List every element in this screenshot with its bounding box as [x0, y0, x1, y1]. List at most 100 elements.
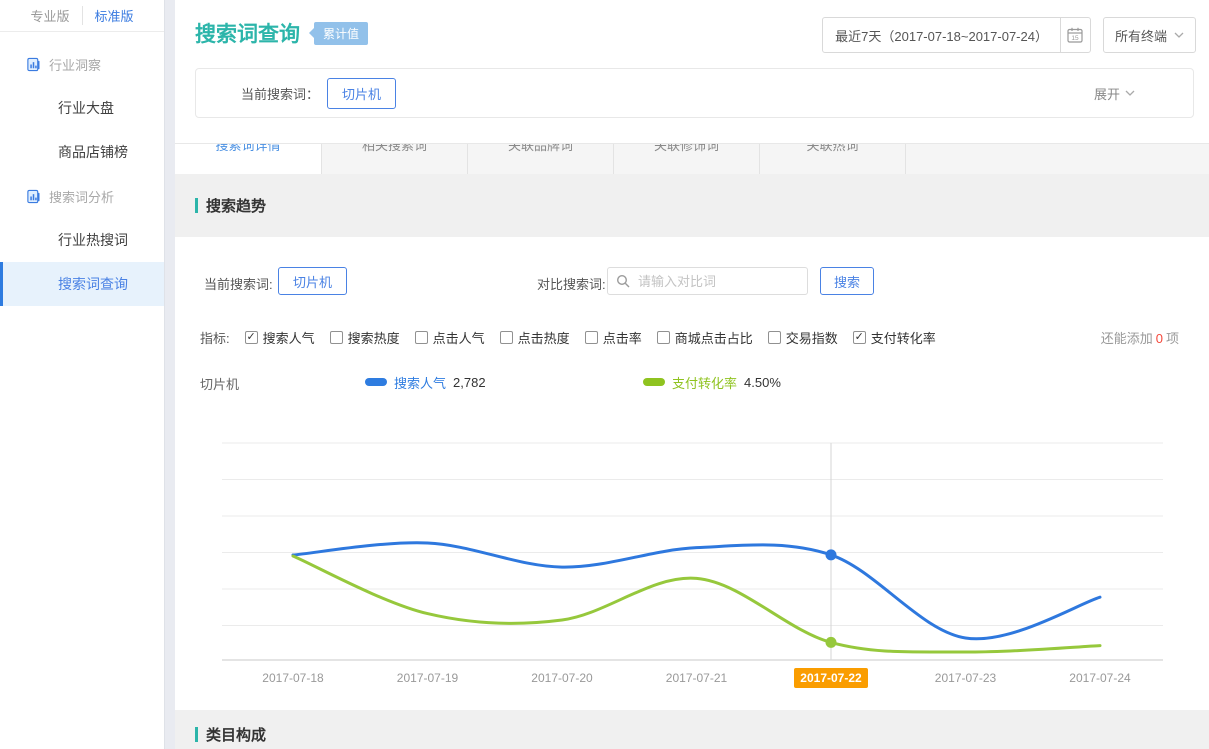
terminal-select-value: 所有终端 — [1115, 26, 1167, 45]
sidebar-item-5[interactable]: 搜索词查询 — [0, 262, 164, 306]
chevron-down-icon — [1174, 32, 1184, 38]
metric-checkbox-0[interactable]: ✓ — [245, 331, 258, 344]
calendar-icon: 15 — [1065, 25, 1085, 45]
metric-label: 点击率 — [603, 328, 642, 347]
x-axis-label-text: 2017-07-24 — [1063, 668, 1136, 688]
metric-checkbox-5[interactable] — [657, 331, 670, 344]
metric-item-6[interactable]: 交易指数 — [768, 328, 838, 347]
sidebar-item-2[interactable]: 商品店铺榜 — [0, 130, 164, 174]
x-axis-label-1: 2017-07-19 — [361, 668, 495, 688]
x-axis-label-text: 2017-07-18 — [256, 668, 329, 688]
metric-item-5[interactable]: 商城点击占比 — [657, 328, 753, 347]
tab-0[interactable]: 搜索词详情 — [175, 144, 321, 174]
metric-checkbox-3[interactable] — [500, 331, 513, 344]
trend-chart-svg — [175, 435, 1209, 685]
section-tick-icon — [195, 727, 198, 742]
metric-checkbox-4[interactable] — [585, 331, 598, 344]
sidebar-label: 搜索词查询 — [58, 274, 128, 294]
current-term-label: 当前搜索词： — [241, 84, 319, 103]
svg-text:15: 15 — [1072, 35, 1080, 42]
legend-value: 2,782 — [453, 375, 486, 390]
metric-label: 搜索人气 — [263, 328, 315, 347]
sidebar-label: 行业大盘 — [58, 98, 114, 118]
content-gutter — [165, 0, 175, 749]
tab-standard-version[interactable]: 标准版 — [82, 6, 146, 25]
chevron-down-icon — [1125, 90, 1135, 96]
compare-term-label: 对比搜索词: — [537, 274, 606, 293]
remain-count: 0 — [1156, 331, 1163, 346]
series-line-0 — [293, 543, 1100, 639]
x-axis-label-6: 2017-07-24 — [1033, 668, 1167, 688]
series-dot-1 — [826, 637, 837, 648]
x-axis-label-text: 2017-07-20 — [525, 668, 598, 688]
metric-item-0[interactable]: ✓ 搜索人气 — [245, 328, 315, 347]
metrics-row: 指标: ✓ 搜索人气 搜索热度 点击人气点击热度 点击率商城点击占比 交易指数 ✓ 支付转化率… — [175, 327, 1209, 347]
current-term-chip[interactable]: 切片机 — [327, 78, 396, 109]
metric-label: 交易指数 — [786, 328, 838, 347]
metric-checkbox-2[interactable] — [415, 331, 428, 344]
tab-3[interactable]: 关联修饰词 — [613, 144, 759, 174]
sidebar-item-1[interactable]: 行业大盘 — [0, 86, 164, 130]
trend-chart: 2017-07-18 2017-07-19 2017-07-20 2017-07-21… — [175, 435, 1209, 700]
date-range-picker[interactable]: 最近7天（2017-07-18~2017-07-24） 15 — [822, 17, 1091, 53]
tab-label: 相关搜索词 — [362, 144, 427, 153]
current-term-form-label: 当前搜索词: — [204, 274, 273, 293]
legend-swatch-blue — [365, 378, 387, 386]
metrics-remaining: 还能添加0项 — [1101, 328, 1179, 347]
metric-label: 支付转化率 — [871, 328, 936, 347]
calendar-button[interactable]: 15 — [1060, 18, 1090, 52]
sidebar-label: 商品店铺榜 — [58, 142, 128, 162]
sidebar: 专业版 标准版 行业洞察行业大盘商品店铺榜搜索词分析行业热搜词搜索词查询 — [0, 0, 165, 749]
sidebar-version-tabs: 专业版 标准版 — [0, 0, 164, 32]
metric-item-4[interactable]: 点击率 — [585, 328, 642, 347]
trend-section-header: 搜索趋势 — [195, 195, 266, 216]
search-button[interactable]: 搜索 — [820, 267, 874, 295]
trend-card: 当前搜索词: 切片机 对比搜索词: 搜索 指标: ✓搜索人气搜索热度点击人气点击… — [175, 237, 1209, 710]
date-range-text[interactable]: 最近7天（2017-07-18~2017-07-24） — [823, 18, 1060, 52]
legend-row: 切片机 搜索人气 2,782 支付转化率 4.50% — [175, 372, 1209, 392]
legend-swatch-green — [643, 378, 665, 386]
tabbar-filler — [905, 144, 1209, 174]
expand-toggle[interactable]: 展开 — [1094, 84, 1135, 103]
metric-checkbox-6[interactable] — [768, 331, 781, 344]
tab-1[interactable]: 相关搜索词 — [321, 144, 467, 174]
current-term-bar: 当前搜索词： 切片机 展开 — [195, 68, 1194, 118]
metric-checkbox-1[interactable] — [330, 331, 343, 344]
metrics-label: 指标: — [200, 328, 230, 347]
x-axis-label-3: 2017-07-21 — [630, 668, 764, 688]
compare-term-field — [607, 267, 808, 295]
tab-4[interactable]: 关联热词 — [759, 144, 905, 174]
x-axis-label-text: 2017-07-21 — [660, 668, 733, 688]
section-tick-icon — [195, 198, 198, 213]
sidebar-nav: 行业洞察行业大盘商品店铺榜搜索词分析行业热搜词搜索词查询 — [0, 32, 164, 306]
metric-label: 搜索热度 — [348, 328, 400, 347]
report-icon — [26, 189, 41, 204]
compare-term-input[interactable] — [636, 273, 795, 290]
metric-checkbox-7[interactable]: ✓ — [853, 331, 866, 344]
metric-item-3[interactable]: 点击热度 — [500, 328, 570, 347]
metric-label: 点击人气 — [433, 328, 485, 347]
remain-prefix: 还能添加 — [1101, 331, 1153, 346]
x-axis-label-5: 2017-07-23 — [899, 668, 1033, 688]
terminal-select[interactable]: 所有终端 — [1103, 17, 1196, 53]
legend-entry-search-popularity: 搜索人气 2,782 — [365, 372, 486, 392]
tab-pro-version[interactable]: 专业版 — [18, 6, 81, 25]
metric-item-2[interactable]: 点击人气 — [415, 328, 485, 347]
report-icon — [26, 57, 41, 72]
expand-label: 展开 — [1094, 84, 1120, 103]
current-term-form-chip[interactable]: 切片机 — [278, 267, 347, 295]
x-axis-label-text: 2017-07-22 — [794, 668, 867, 688]
metric-item-1[interactable]: 搜索热度 — [330, 328, 400, 347]
metrics-list: ✓ 搜索人气 搜索热度 点击人气点击热度 点击率商城点击占比 交易指数 ✓ 支付转化率 — [230, 328, 936, 347]
legend-label: 支付转化率 — [672, 373, 737, 392]
legend-entry-conversion-rate: 支付转化率 4.50% — [643, 372, 781, 392]
series-dot-0 — [826, 549, 837, 560]
remain-suffix: 项 — [1166, 331, 1179, 346]
tab-label: 搜索词详情 — [215, 144, 280, 153]
tab-label: 关联热词 — [806, 144, 858, 153]
header-controls: 最近7天（2017-07-18~2017-07-24） 15 所有终端 — [822, 17, 1196, 53]
tab-2[interactable]: 关联品牌词 — [467, 144, 613, 174]
sidebar-item-4[interactable]: 行业热搜词 — [0, 218, 164, 262]
metric-item-7[interactable]: ✓ 支付转化率 — [853, 328, 936, 347]
main-content: 搜索词查询 累计值 最近7天（2017-07-18~2017-07-24） 15… — [175, 0, 1209, 749]
